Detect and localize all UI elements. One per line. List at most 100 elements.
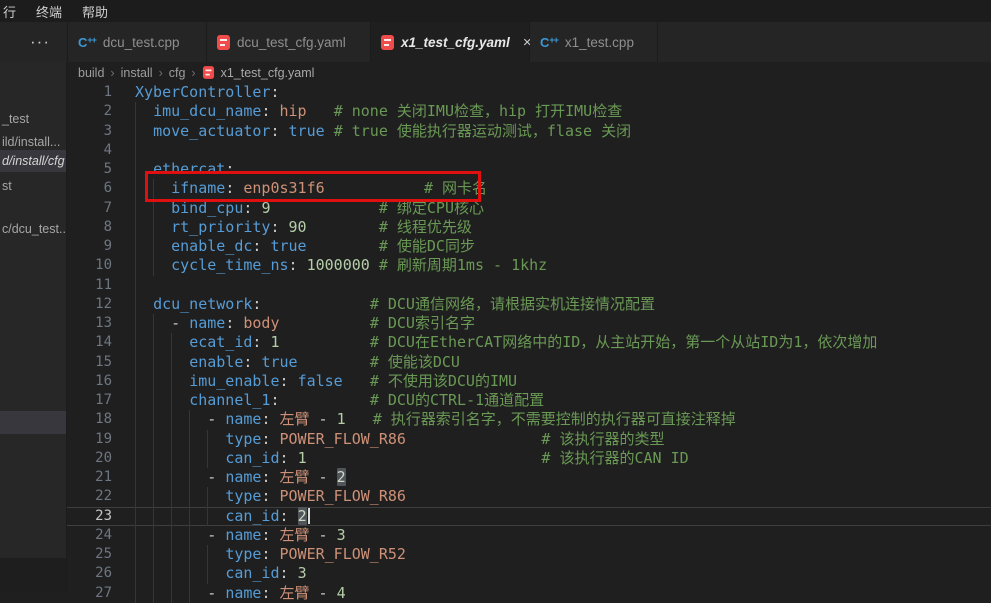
menu-item-help[interactable]: 帮助 <box>72 2 118 21</box>
tab-x1-test-cpp[interactable]: C++ x1_test.cpp <box>530 22 658 62</box>
code-text: imu_enable: false # 不使用该DCU的IMU <box>135 372 517 391</box>
code-token: : <box>261 584 279 602</box>
code-line[interactable]: 4 <box>67 141 991 160</box>
line-number[interactable]: 23 <box>67 507 112 526</box>
line-number[interactable]: 15 <box>67 353 112 372</box>
code-token <box>135 218 171 236</box>
line-number[interactable]: 12 <box>67 295 112 314</box>
code-token <box>135 487 225 505</box>
code-line[interactable]: 17 channel_1: # DCU的CTRL-1通道配置 <box>67 391 991 410</box>
line-number[interactable]: 25 <box>67 545 112 564</box>
side-panel-item-selected[interactable]: d/install/cfg <box>0 150 66 172</box>
line-number[interactable]: 26 <box>67 564 112 583</box>
code-line[interactable]: 16 imu_enable: false # 不使用该DCU的IMU <box>67 372 991 391</box>
line-number[interactable]: 14 <box>67 333 112 352</box>
code-line[interactable]: 21 - name: 左臂 - 2 <box>67 468 991 487</box>
code-line[interactable]: 15 enable: true # 使能该DCU <box>67 353 991 372</box>
code-text: rt_priority: 90 # 线程优先级 <box>135 218 472 237</box>
code-line[interactable]: 8 rt_priority: 90 # 线程优先级 <box>67 218 991 237</box>
line-number[interactable]: 17 <box>67 391 112 410</box>
line-number[interactable]: 19 <box>67 430 112 449</box>
line-number[interactable]: 6 <box>67 179 112 198</box>
line-number[interactable]: 20 <box>67 449 112 468</box>
menu-item-run[interactable]: 行 <box>0 2 26 21</box>
breadcrumb-item-install[interactable]: install <box>121 66 153 80</box>
line-number[interactable]: 9 <box>67 237 112 256</box>
line-number[interactable]: 27 <box>67 584 112 603</box>
code-token: : <box>270 391 279 409</box>
code-token: ifname <box>171 179 225 197</box>
indent-guide <box>135 141 136 160</box>
code-line[interactable]: 13 - name: body # DCU索引名字 <box>67 314 991 333</box>
code-line[interactable]: 18 - name: 左臂 - 1 # 执行器索引名字，不需要控制的执行器可直接… <box>67 410 991 429</box>
tab-x1-test-cfg-yaml[interactable]: x1_test_cfg.yaml × <box>371 22 530 62</box>
tab-dcu-test-cfg-yaml[interactable]: dcu_test_cfg.yaml <box>207 22 371 62</box>
line-number[interactable]: 16 <box>67 372 112 391</box>
breadcrumb-item-build[interactable]: build <box>78 66 104 80</box>
code-token: cycle_time_ns <box>171 256 288 274</box>
line-number[interactable]: 5 <box>67 160 112 179</box>
code-token <box>346 410 373 428</box>
code-token: 1 <box>270 333 279 351</box>
code-token <box>135 391 189 409</box>
code-line[interactable]: 9 enable_dc: true # 使能DC同步 <box>67 237 991 256</box>
code-line[interactable]: 26 can_id: 3 <box>67 564 991 583</box>
line-number[interactable]: 3 <box>67 122 112 141</box>
line-number[interactable]: 7 <box>67 199 112 218</box>
code-line[interactable]: 25 type: POWER_FLOW_R52 <box>67 545 991 564</box>
code-token: : <box>252 237 270 255</box>
side-panel-item[interactable]: st <box>0 175 66 197</box>
tab-dcu-test-cpp[interactable]: C++ dcu_test.cpp <box>67 22 207 62</box>
code-text: - name: body # DCU索引名字 <box>135 314 475 333</box>
line-number[interactable]: 13 <box>67 314 112 333</box>
line-number[interactable]: 4 <box>67 141 112 160</box>
code-text: can_id: 2 <box>135 507 310 526</box>
menu-item-terminal[interactable]: 终端 <box>26 2 72 21</box>
code-line[interactable]: 20 can_id: 1 # 该执行器的CAN ID <box>67 449 991 468</box>
code-token: 3 <box>337 526 346 544</box>
code-token: # 刷新周期1ms - 1khz <box>379 256 547 274</box>
code-token: # 绑定CPU核心 <box>379 199 484 217</box>
code-line[interactable]: 22 type: POWER_FLOW_R86 <box>67 487 991 506</box>
code-line[interactable]: 23 can_id: 2 <box>67 507 991 526</box>
line-number[interactable]: 8 <box>67 218 112 237</box>
code-line[interactable]: 6 ifname: enp0s31f6 # 网卡名 <box>67 179 991 198</box>
side-panel-highlight-row[interactable] <box>0 411 66 434</box>
code-token: # 线程优先级 <box>379 218 472 236</box>
line-number[interactable]: 2 <box>67 102 112 121</box>
code-line[interactable]: 7 bind_cpu: 9 # 绑定CPU核心 <box>67 199 991 218</box>
code-editor[interactable]: 1 XyberController: 2 imu_dcu_name: hip # n… <box>67 83 991 603</box>
line-number[interactable]: 10 <box>67 256 112 275</box>
line-number[interactable]: 11 <box>67 276 112 295</box>
side-panel-item[interactable]: _test <box>0 108 66 130</box>
code-line[interactable]: 1XyberController: <box>67 83 991 102</box>
code-token <box>135 545 225 563</box>
code-line[interactable]: 3 move_actuator: true # true 使能执行器运动测试，f… <box>67 122 991 141</box>
code-line[interactable]: 10 cycle_time_ns: 1000000 # 刷新周期1ms - 1k… <box>67 256 991 275</box>
code-line[interactable]: 24 - name: 左臂 - 3 <box>67 526 991 545</box>
line-number[interactable]: 21 <box>67 468 112 487</box>
line-number[interactable]: 24 <box>67 526 112 545</box>
line-number[interactable]: 22 <box>67 487 112 506</box>
code-line[interactable]: 2 imu_dcu_name: hip # none 关闭IMU检查，hip 打… <box>67 102 991 121</box>
line-number[interactable]: 18 <box>67 410 112 429</box>
code-line[interactable]: 19 type: POWER_FLOW_R86 # 该执行器的类型 <box>67 430 991 449</box>
code-token: XyberController <box>135 83 270 101</box>
code-token: imu_enable <box>189 372 279 390</box>
code-line[interactable]: 14 ecat_id: 1 # DCU在EtherCAT网络中的ID，从主站开始… <box>67 333 991 352</box>
code-line[interactable]: 12 dcu_network: # DCU通信网络，请根据实机连接情况配置 <box>67 295 991 314</box>
tab-bar: ··· C++ dcu_test.cpp dcu_test_cfg.yaml x… <box>0 22 991 62</box>
line-number[interactable]: 1 <box>67 83 112 102</box>
code-line[interactable]: 27 - name: 左臂 - 4 <box>67 584 991 603</box>
code-token: : <box>261 468 279 486</box>
code-line[interactable]: 5 ethercat: <box>67 160 991 179</box>
code-text: dcu_network: # DCU通信网络，请根据实机连接情况配置 <box>135 295 655 314</box>
breadcrumb-item-file[interactable]: x1_test_cfg.yaml <box>221 66 315 80</box>
more-actions-icon[interactable]: ··· <box>30 22 50 62</box>
side-panel-item[interactable]: c/dcu_test... <box>0 218 66 240</box>
breadcrumb-item-cfg[interactable]: cfg <box>169 66 186 80</box>
code-token <box>135 564 225 582</box>
code-line[interactable]: 11 <box>67 276 991 295</box>
menu-bar: 行 终端 帮助 <box>0 0 991 22</box>
code-token <box>280 314 370 332</box>
